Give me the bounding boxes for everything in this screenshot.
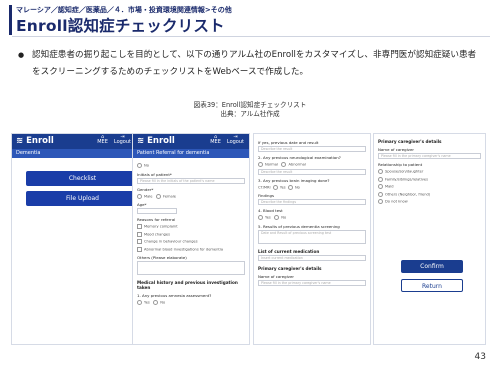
screen-subtitle: Patient Referral for dementia [133,149,249,158]
q5-label: 5. Results of previous dementia screenin… [258,223,340,229]
title-accent-bar [9,5,12,35]
figure-caption-block: 図表39：Enroll認知症チェックリスト 出典：アルム社作成 [0,101,500,119]
no-radio[interactable] [153,300,159,305]
bullet-marker: ● [18,51,25,59]
others-label: Others (Please elaborate) [137,255,187,260]
q4-label: 4. Blood test [258,208,283,213]
q3-label: 3. Any previous brain imaging done? [258,177,330,183]
initials-label: Initials of patient* [137,171,172,177]
app-bar: ≋ Enroll ⌂ MEE ⇥ Logout [133,134,249,149]
relationship-option[interactable]: Spouse/son/daughter [378,169,481,175]
q1-options: Yes No [137,300,245,306]
medication-heading: List of current medication [258,248,320,254]
caregiver-name-label: Name of caregiver [378,147,414,152]
figure-source: 出典：アルム社作成 [220,110,280,118]
app-bar-icons: ⌂ MEE ⇥ Logout [204,135,244,145]
age-input[interactable] [137,208,177,214]
relationship-option[interactable]: Maid [378,184,481,190]
referral-form: No Initials of patient* Please fill in t… [133,158,249,309]
checklist-button[interactable]: Checklist [26,171,136,186]
home-icon[interactable]: ⌂ MEE [97,135,108,145]
female-radio[interactable] [155,193,161,199]
app-bar-icons: ⌂ MEE ⇥ Logout [91,135,131,145]
screenshot-caregiver-form: Primary caregiver's details Name of care… [373,133,486,345]
reason-checkbox[interactable]: Change in behaviour changes [137,239,245,245]
history-heading: Medical history and previous investigati… [137,280,238,290]
q2-options: Normal Abnormal [258,162,366,168]
screenshot-history-form: If yes, previous date and result Describ… [253,133,371,345]
option-no[interactable]: No [137,163,245,169]
app-title: ≋ Enroll [16,136,54,146]
page-title: Enroll認知症チェックリスト [16,17,225,35]
figure-caption: 図表39：Enroll認知症チェックリスト [193,101,307,109]
others-input[interactable] [137,261,245,275]
relationship-option[interactable]: Do not know [378,199,481,205]
reason-checkbox[interactable]: Abnormal blood investigations for dement… [137,246,245,253]
file-upload-button[interactable]: File Upload [26,191,136,206]
gender-options: Male Female [137,193,245,200]
return-button[interactable]: Return [401,279,463,292]
body-paragraph: 認知症患者の掘り起こしを目的として、以下の通りアルム社のEnrollをカスタマイ… [32,50,477,77]
yes-radio[interactable] [272,184,278,190]
normal-radio[interactable] [258,162,263,167]
q2-result-input[interactable]: Describe the result [258,168,366,175]
reasons-label: Reasons for referral [137,217,176,222]
logout-icon[interactable]: ⇥ Logout [114,135,131,145]
caregiver-form: Primary caregiver's details Name of care… [374,134,485,208]
header-divider [12,36,490,37]
yes-radio[interactable] [258,215,263,220]
screenshot-menu: ≋ Enroll ⌂ MEE⇥ Logout Dementia Checklist … [11,133,137,345]
screen-subtitle: Dementia [12,149,136,158]
gender-label: Gender* [137,186,154,192]
caregiver-name-input[interactable]: Please fill in the primary caregiver's n… [378,153,481,159]
q1-label: 1. Any previous amnesia assessment? [137,293,212,298]
no-radio[interactable] [274,215,280,220]
reason-checkbox[interactable]: Mood changes [137,231,245,238]
relationship-option[interactable]: Others (Neighbor, friend) [378,191,481,198]
logout-icon[interactable]: ⇥ Logout [227,135,244,145]
screenshot-referral-form: ≋ Enroll ⌂ MEE ⇥ Logout Patient Referral fo… [132,133,250,345]
caregiver-name-label: Name of caregiver [258,273,294,279]
caregiver-heading: Primary caregiver's details [258,265,322,271]
no-radio[interactable] [287,184,293,190]
relationship-option[interactable]: Family/siblings/relatives [378,176,481,183]
q5-input[interactable]: Date and Result of previous screening te… [258,229,366,244]
reason-checkbox[interactable]: Memory complaint [137,224,245,230]
male-radio[interactable] [137,193,142,199]
findings-input[interactable]: Describe the findings [258,199,366,205]
previous-result-input[interactable]: Describe the result [258,146,366,152]
app-title: ≋ Enroll [137,136,175,146]
app-bar: ≋ Enroll ⌂ MEE ⇥ Logout [12,134,136,149]
q3-options: CT/MRI Yes No [258,184,300,190]
medication-input[interactable]: Insert current medication [258,254,366,261]
confirm-button[interactable]: Confirm [401,260,463,273]
relationship-label: Relationship to patient [378,162,423,167]
q4-options: Yes No [258,215,366,221]
caregiver-name-input[interactable]: Please fill in the primary caregiver's n… [258,279,366,286]
findings-label: Findings [258,193,275,198]
caregiver-heading: Primary caregiver's details [378,139,442,144]
q2-label: 2. Any previous neurological examination… [258,155,341,160]
previous-result-label: If yes, previous date and result [258,140,319,145]
age-label: Age* [137,202,147,207]
yes-radio[interactable] [137,300,142,305]
history-form: If yes, previous date and result Describ… [254,134,370,289]
home-icon[interactable]: ⌂ MEE [210,135,221,145]
page-number: 43 [474,352,486,362]
abnormal-radio[interactable] [281,162,287,167]
initials-input[interactable]: Please fill in the initials of the patie… [137,177,245,184]
